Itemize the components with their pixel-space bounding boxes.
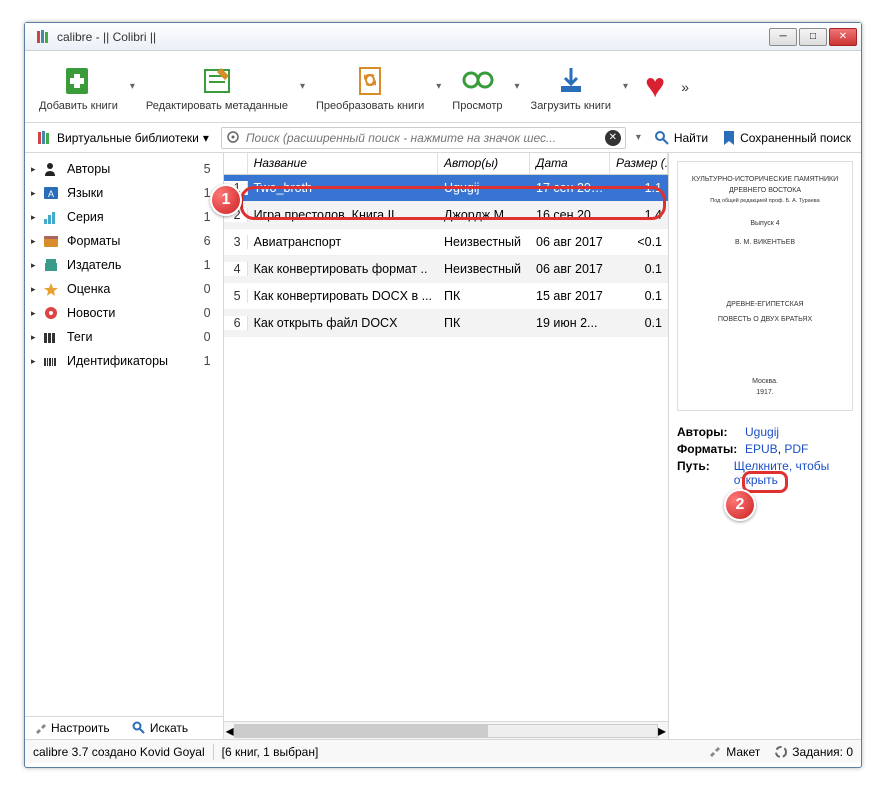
expand-icon: ▸ bbox=[31, 284, 41, 295]
status-version: calibre 3.7 создано Kovid Goyal bbox=[33, 745, 205, 759]
virtual-library-button[interactable]: Виртуальные библиотеки ▾ bbox=[31, 128, 215, 148]
col-size[interactable]: Размер (... bbox=[610, 153, 668, 174]
expand-icon: ▸ bbox=[31, 164, 41, 175]
gear-icon[interactable] bbox=[226, 130, 242, 146]
table-row[interactable]: 4Как конвертировать формат ..Неизвестный… bbox=[224, 256, 668, 283]
person-icon bbox=[41, 160, 63, 178]
publisher-icon bbox=[41, 256, 63, 274]
sidebar-item-tags[interactable]: ▸Теги0 bbox=[25, 325, 223, 349]
sidebar-item-person[interactable]: ▸Авторы5 bbox=[25, 157, 223, 181]
layout-button[interactable]: Макет bbox=[708, 745, 760, 759]
format-epub-link[interactable]: EPUB bbox=[745, 442, 778, 456]
search-history-dropdown[interactable]: ▾ bbox=[632, 132, 644, 143]
col-authors[interactable]: Автор(ы) bbox=[438, 153, 530, 174]
expand-icon: ▸ bbox=[31, 332, 41, 343]
download-icon bbox=[553, 62, 589, 98]
path-label: Путь: bbox=[677, 459, 734, 487]
preview-panel: КУЛЬТУРНО-ИСТОРИЧЕСКИЕ ПАМЯТНИКИ ДРЕВНЕГ… bbox=[669, 153, 861, 739]
view-dropdown[interactable]: ▾ bbox=[511, 81, 523, 92]
tags-icon bbox=[41, 328, 63, 346]
book-grid: Название Автор(ы) Дата Размер (... 1Two_… bbox=[224, 153, 669, 739]
formats-icon bbox=[41, 232, 63, 250]
donate-button[interactable]: ♥ bbox=[645, 67, 665, 106]
titlebar: calibre - || Colibri || ─ □ ✕ bbox=[25, 23, 861, 51]
grid-header: Название Автор(ы) Дата Размер (... bbox=[224, 153, 668, 175]
toolbar-overflow[interactable]: » bbox=[675, 79, 695, 95]
expand-icon: ▸ bbox=[31, 308, 41, 319]
expand-icon: ▸ bbox=[31, 356, 41, 367]
expand-icon: ▸ bbox=[31, 188, 41, 199]
search-tags-button[interactable]: Искать bbox=[124, 717, 223, 739]
path-link[interactable]: Щелкните, чтобы открыть bbox=[734, 459, 830, 487]
sidebar-item-publisher[interactable]: ▸Издатель1 bbox=[25, 253, 223, 277]
formats-label: Форматы: bbox=[677, 442, 745, 456]
configure-button[interactable]: Настроить bbox=[25, 717, 124, 739]
format-pdf-link[interactable]: PDF bbox=[784, 442, 808, 456]
table-row[interactable]: 3АвиатранспортНеизвестный06 авг 2017<0.1 bbox=[224, 229, 668, 256]
maximize-button[interactable]: □ bbox=[799, 28, 827, 46]
window-title: calibre - || Colibri || bbox=[57, 30, 767, 44]
add-dropdown[interactable]: ▾ bbox=[126, 81, 138, 92]
sidebar-item-rating[interactable]: ▸Оценка0 bbox=[25, 277, 223, 301]
expand-icon: ▸ bbox=[31, 236, 41, 247]
search-box[interactable]: ✕ bbox=[221, 127, 626, 149]
app-window: calibre - || Colibri || ─ □ ✕ Добавить к… bbox=[24, 22, 862, 768]
view-button[interactable]: Просмотр bbox=[446, 58, 508, 116]
search-input[interactable] bbox=[246, 131, 605, 145]
download-dropdown[interactable]: ▾ bbox=[619, 81, 631, 92]
table-row[interactable]: 5Как конвертировать DOCX в ...ПК15 авг 2… bbox=[224, 283, 668, 310]
news-icon bbox=[41, 304, 63, 322]
ids-icon bbox=[41, 352, 63, 370]
download-button[interactable]: Загрузить книги bbox=[525, 58, 617, 116]
convert-button[interactable]: Преобразовать книги bbox=[310, 58, 430, 116]
rating-icon bbox=[41, 280, 63, 298]
edit-metadata-button[interactable]: Редактировать метаданные bbox=[140, 58, 294, 116]
find-button[interactable]: Найти bbox=[650, 128, 712, 148]
saved-search-button[interactable]: Сохраненный поиск bbox=[718, 128, 855, 148]
status-count: [6 книг, 1 выбран] bbox=[222, 745, 319, 759]
authors-label: Авторы: bbox=[677, 425, 745, 439]
book-cover[interactable]: КУЛЬТУРНО-ИСТОРИЧЕСКИЕ ПАМЯТНИКИ ДРЕВНЕГ… bbox=[677, 161, 853, 411]
convert-dropdown[interactable]: ▾ bbox=[432, 81, 444, 92]
add-books-button[interactable]: Добавить книги bbox=[33, 58, 124, 116]
chevron-down-icon: ▾ bbox=[203, 131, 209, 145]
sidebar-item-news[interactable]: ▸Новости0 bbox=[25, 301, 223, 325]
toolbar: Добавить книги ▾ Редактировать метаданны… bbox=[25, 51, 861, 123]
sidebar-item-ids[interactable]: ▸Идентификаторы1 bbox=[25, 349, 223, 373]
searchbar: Виртуальные библиотеки ▾ ✕ ▾ Найти Сохра… bbox=[25, 123, 861, 153]
sidebar: ▸Авторы5▸AЯзыки1▸Серия1▸Форматы6▸Издател… bbox=[25, 153, 224, 739]
col-date[interactable]: Дата bbox=[530, 153, 610, 174]
statusbar: calibre 3.7 создано Kovid Goyal [6 книг,… bbox=[25, 739, 861, 763]
convert-icon bbox=[352, 62, 388, 98]
col-title[interactable]: Название bbox=[248, 153, 438, 174]
sidebar-item-lang[interactable]: ▸AЯзыки1 bbox=[25, 181, 223, 205]
sidebar-item-series[interactable]: ▸Серия1 bbox=[25, 205, 223, 229]
jobs-button[interactable]: Задания: 0 bbox=[774, 745, 853, 759]
sidebar-item-formats[interactable]: ▸Форматы6 bbox=[25, 229, 223, 253]
minimize-button[interactable]: ─ bbox=[769, 28, 797, 46]
svg-text:A: A bbox=[48, 189, 54, 199]
clear-search-button[interactable]: ✕ bbox=[605, 130, 621, 146]
expand-icon: ▸ bbox=[31, 212, 41, 223]
table-row[interactable]: 6Как открыть файл DOCXПК19 июн 2...0.1 bbox=[224, 310, 668, 337]
series-icon bbox=[41, 208, 63, 226]
table-row[interactable]: 2Игра престолов. Книга IIДжордж М...16 с… bbox=[224, 202, 668, 229]
expand-icon: ▸ bbox=[31, 260, 41, 271]
edit-icon bbox=[199, 62, 235, 98]
close-button[interactable]: ✕ bbox=[829, 28, 857, 46]
app-icon bbox=[35, 29, 51, 45]
lang-icon: A bbox=[41, 184, 63, 202]
edit-dropdown[interactable]: ▾ bbox=[296, 81, 308, 92]
view-icon bbox=[459, 62, 495, 98]
horizontal-scrollbar[interactable]: ◂▸ bbox=[224, 721, 668, 739]
table-row[interactable]: 1Two_brothUgugij17 сен 20171.1 bbox=[224, 175, 668, 202]
author-link[interactable]: Ugugij bbox=[745, 425, 779, 439]
add-icon bbox=[60, 62, 96, 98]
